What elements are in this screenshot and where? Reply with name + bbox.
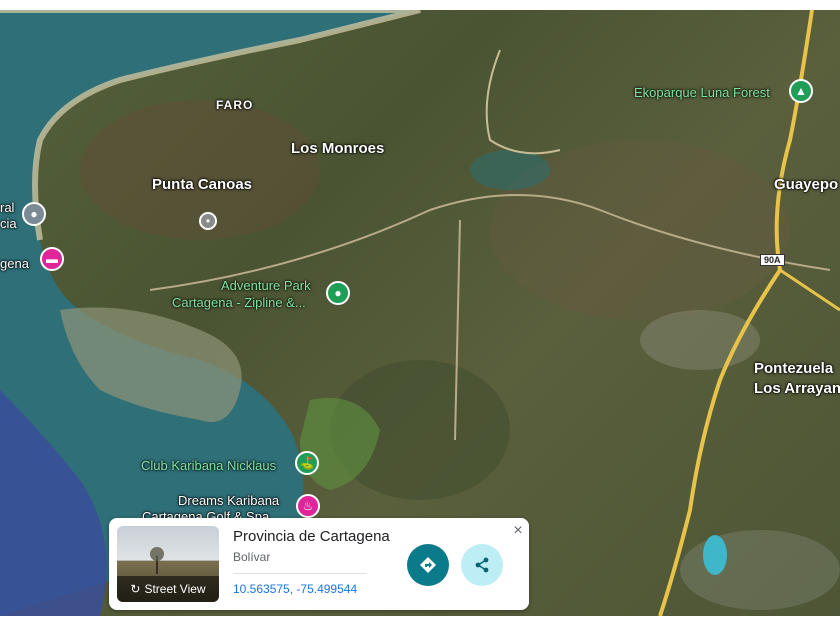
street-view-button[interactable]: ↻ Street View: [117, 576, 219, 602]
share-button[interactable]: [461, 544, 503, 586]
close-icon[interactable]: ×: [509, 522, 527, 540]
punta-canoas-pin-icon[interactable]: •: [199, 212, 217, 230]
directions-button[interactable]: [407, 544, 449, 586]
label-guayepo[interactable]: Guayepo: [774, 176, 838, 193]
street-view-icon: ↻: [130, 582, 141, 596]
street-view-label: Street View: [144, 582, 206, 596]
label-los-monroes[interactable]: Los Monroes: [291, 140, 384, 157]
label-dreams-karibana[interactable]: Dreams Karibana: [178, 493, 279, 508]
street-view-thumbnail[interactable]: ↻ Street View: [117, 526, 219, 602]
resort-pin-icon[interactable]: ♨: [296, 494, 320, 518]
label-adventure-park-line2[interactable]: Cartagena - Zipline &...: [172, 295, 306, 310]
place-coordinates[interactable]: 10.563575, -75.499544: [233, 582, 357, 596]
place-subtitle: Bolívar: [233, 550, 271, 564]
golf-pin-icon[interactable]: ⛳: [295, 451, 319, 475]
label-adventure-park[interactable]: Adventure Park: [221, 278, 311, 293]
label-faro[interactable]: FARO: [216, 98, 253, 112]
tree-photo: [150, 547, 164, 574]
label-los-arrayan[interactable]: Los Arrayan: [754, 380, 840, 397]
label-pontezuela[interactable]: Pontezuela: [754, 360, 833, 377]
label-punta-canoas[interactable]: Punta Canoas: [152, 176, 252, 193]
label-ekoparque[interactable]: Ekoparque Luna Forest: [634, 85, 770, 100]
share-icon: [475, 557, 489, 573]
place-title: Provincia de Cartagena: [233, 528, 390, 545]
park-pin-icon[interactable]: ●: [326, 281, 350, 305]
landmark-pin-icon[interactable]: ●: [22, 202, 46, 226]
label-gena[interactable]: gena: [0, 256, 29, 271]
divider: [233, 573, 367, 574]
route-90a-shield: 90A: [760, 254, 785, 266]
tree-pin-icon[interactable]: ▲: [789, 79, 813, 103]
label-club-karibana[interactable]: Club Karibana Nicklaus: [141, 458, 276, 473]
label-cia[interactable]: cia: [0, 216, 17, 231]
place-info-card: ↻ Street View Provincia de Cartagena Bol…: [109, 518, 529, 610]
hotel-pin-icon[interactable]: ▬: [40, 247, 64, 271]
directions-icon: [420, 557, 436, 573]
label-ral[interactable]: ral: [0, 200, 14, 215]
